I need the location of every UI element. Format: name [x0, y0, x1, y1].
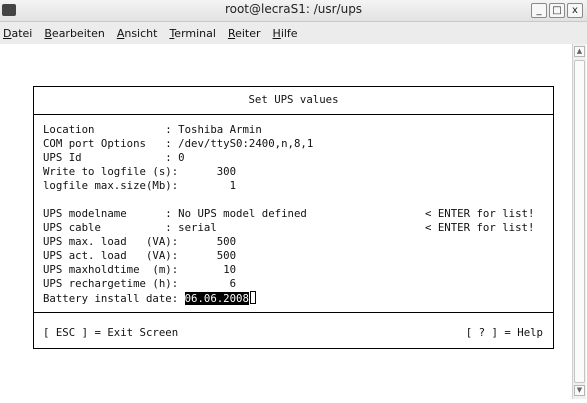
menu-reiter[interactable]: Reiter — [228, 27, 261, 40]
field-ups-maxholdtime[interactable]: UPS maxholdtime (m): 10 — [43, 263, 236, 277]
vertical-scrollbar[interactable]: ▲ ▼ — [572, 44, 586, 399]
modelname-enter-hint: < ENTER for list! — [425, 207, 535, 220]
title-separator — [34, 114, 553, 115]
battery-date-input[interactable]: 06.06.2008 — [184, 292, 249, 305]
menubar: Datei Bearbeiten Ansicht Terminal Reiter… — [0, 22, 587, 44]
field-write-to-logfile[interactable]: Write to logfile (s): 300 — [43, 165, 236, 179]
menu-terminal[interactable]: Terminal — [169, 27, 216, 40]
help-hint: [ ? ] = Help — [465, 326, 543, 339]
field-ups-id[interactable]: UPS Id : 0 — [43, 151, 185, 165]
field-ups-max-load[interactable]: UPS max. load (VA): 500 — [43, 235, 236, 249]
minimize-button[interactable]: _ — [531, 3, 547, 18]
field-ups-rechargetime[interactable]: UPS rechargetime (h): 6 — [43, 277, 236, 291]
field-ups-cable[interactable]: UPS cable : serial — [43, 221, 217, 235]
field-ups-modelname[interactable]: UPS modelname : No UPS model defined — [43, 207, 307, 221]
field-logfile-max-size[interactable]: logfile max.size(Mb): 1 — [43, 179, 236, 193]
esc-exit-hint: [ ESC ] = Exit Screen — [43, 326, 179, 339]
menu-hilfe[interactable]: Hilfe — [273, 27, 298, 40]
text-cursor — [249, 291, 256, 304]
footer-separator — [34, 312, 553, 313]
close-button[interactable]: x — [567, 3, 583, 18]
window-title: root@lecraS1: /usr/ups — [224, 2, 363, 16]
set-ups-values-dialog: Set UPS values Location : Toshiba Armin … — [33, 86, 554, 349]
field-battery-install-date[interactable]: Battery install date: 06.06.2008 — [43, 291, 256, 305]
field-com-port-options[interactable]: COM port Options : /dev/ttyS0:2400,n,8,1 — [43, 137, 313, 151]
scroll-down-arrow-icon[interactable]: ▼ — [574, 385, 585, 396]
scroll-up-arrow-icon[interactable]: ▲ — [574, 46, 585, 57]
window-titlebar: root@lecraS1: /usr/ups _ □ x — [0, 0, 587, 22]
maximize-button[interactable]: □ — [549, 3, 565, 18]
dialog-title: Set UPS values — [248, 93, 339, 106]
field-location[interactable]: Location : Toshiba Armin — [43, 123, 262, 137]
cable-enter-hint: < ENTER for list! — [425, 221, 535, 234]
menu-ansicht[interactable]: Ansicht — [117, 27, 158, 40]
scrollbar-thumb[interactable] — [574, 60, 585, 383]
menu-datei[interactable]: Datei — [3, 27, 32, 40]
field-ups-act-load[interactable]: UPS act. load (VA): 500 — [43, 249, 236, 263]
menu-bearbeiten[interactable]: Bearbeiten — [44, 27, 104, 40]
